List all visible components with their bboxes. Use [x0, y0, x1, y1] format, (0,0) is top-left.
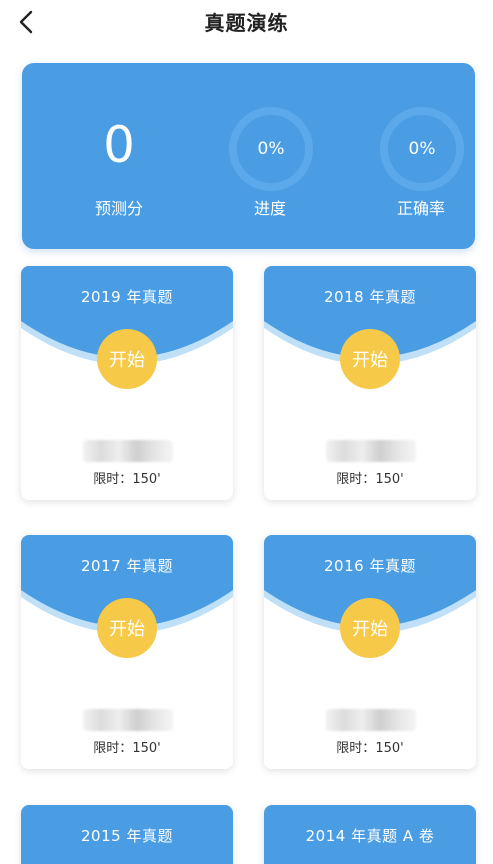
blurred-author — [326, 709, 416, 731]
blurred-author — [83, 709, 173, 731]
chevron-left-icon — [19, 10, 33, 34]
blurred-author — [326, 440, 416, 462]
time-limit: 限时：150' — [21, 468, 233, 487]
time-limit: 限时：150' — [21, 737, 233, 756]
blurred-author — [83, 440, 173, 462]
time-limit-label: 限时： — [336, 741, 376, 756]
time-limit-label: 限时： — [336, 472, 376, 487]
time-limit-value: 150' — [375, 472, 404, 487]
start-button[interactable]: 开始 — [340, 598, 400, 658]
exam-card-2019[interactable]: 2019 年真题 开始 限时：150' — [21, 266, 233, 500]
exam-title: 2019 年真题 — [81, 288, 173, 306]
progress-ring: 0% — [229, 107, 313, 191]
exam-title: 2014 年真题 A 卷 — [305, 827, 435, 845]
start-button[interactable]: 开始 — [97, 598, 157, 658]
header-bar: 真题演练 — [0, 0, 493, 44]
page: 真题演练 0 预测分 0% 进度 0% 正确率 2019 年真题 开始 限时：1… — [0, 0, 493, 864]
time-limit-label: 限时： — [93, 741, 133, 756]
time-limit-value: 150' — [132, 472, 161, 487]
predicted-score-value: 0 — [103, 116, 135, 174]
back-button[interactable] — [10, 6, 42, 38]
progress-value: 0% — [257, 139, 285, 159]
exam-title: 2018 年真题 — [324, 288, 416, 306]
time-limit: 限时：150' — [264, 468, 476, 487]
exam-card-2018[interactable]: 2018 年真题 开始 限时：150' — [264, 266, 476, 500]
start-button[interactable]: 开始 — [97, 329, 157, 389]
accuracy-label: 正确率 — [396, 199, 445, 218]
exam-card-2014a[interactable]: 2014 年真题 A 卷 — [264, 805, 476, 864]
start-button[interactable]: 开始 — [340, 329, 400, 389]
exam-card-2015[interactable]: 2015 年真题 — [21, 805, 233, 864]
time-limit-label: 限时： — [93, 472, 133, 487]
exam-card-2016[interactable]: 2016 年真题 开始 限时：150' — [264, 535, 476, 769]
progress-label: 进度 — [253, 199, 286, 218]
page-title: 真题演练 — [204, 10, 289, 35]
stats-panel: 0 预测分 0% 进度 0% 正确率 — [22, 63, 475, 249]
accuracy-value: 0% — [408, 139, 436, 159]
exam-title: 2015 年真题 — [81, 827, 173, 845]
exam-title: 2016 年真题 — [324, 557, 416, 575]
exam-card-2017[interactable]: 2017 年真题 开始 限时：150' — [21, 535, 233, 769]
predicted-score-label: 预测分 — [94, 199, 143, 218]
exam-title: 2017 年真题 — [81, 557, 173, 575]
time-limit: 限时：150' — [264, 737, 476, 756]
time-limit-value: 150' — [132, 741, 161, 756]
time-limit-value: 150' — [375, 741, 404, 756]
accuracy-ring: 0% — [380, 107, 464, 191]
